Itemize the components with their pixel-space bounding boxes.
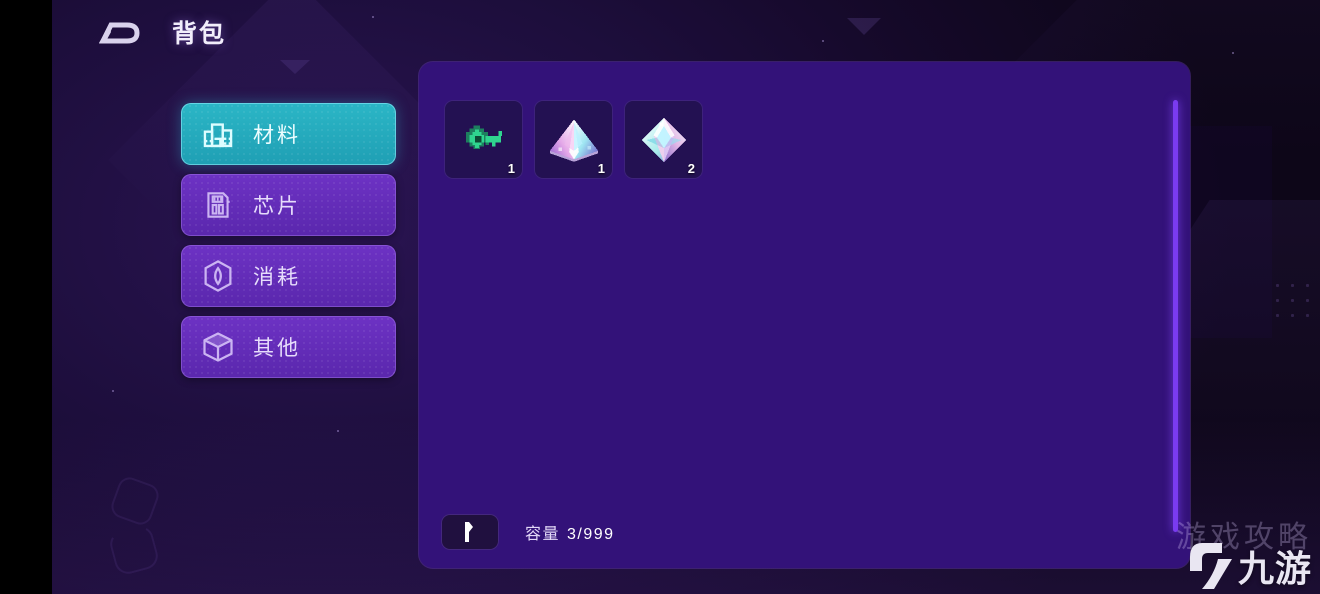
- sidebar-item-label: 其他: [253, 337, 301, 360]
- slot-quantity: 1: [597, 161, 606, 176]
- decorative-ring-upper: [108, 474, 162, 528]
- screenshot-stage: 背包 材料 芯片 消耗 其他 1 1 2 容量 3/999 游戏攻略 九游: [0, 0, 1320, 594]
- bg-dot-grid: [1270, 278, 1320, 328]
- game-viewport: 背包 材料 芯片 消耗 其他 1 1 2 容量 3/999 游戏攻略 九游: [52, 0, 1320, 594]
- letterbox-left-bar: [0, 0, 52, 594]
- sort-flag-icon: [465, 522, 473, 542]
- capacity-status: 容量 3/999: [525, 520, 615, 544]
- category-sidebar: 材料 芯片 消耗 其他: [181, 103, 397, 387]
- inventory-slot[interactable]: 2: [624, 100, 703, 179]
- inventory-panel: 1 1 2 容量 3/999: [419, 62, 1190, 568]
- sidebar-item-other[interactable]: 其他: [181, 316, 396, 378]
- cube-icon: [197, 326, 239, 368]
- diamond-crystal-icon: [641, 117, 686, 162]
- inventory-slot[interactable]: 1: [534, 100, 613, 179]
- sidebar-item-label: 材料: [253, 124, 301, 147]
- capacity-label: 容量: [525, 526, 561, 543]
- watermark-brand: 九游: [1188, 540, 1312, 592]
- top-chevron-marker: [280, 60, 310, 74]
- star-speck: [112, 390, 114, 392]
- panel-footer: 容量 3/999: [441, 514, 615, 550]
- sort-button[interactable]: [441, 514, 499, 550]
- decorative-ring-lower: [107, 523, 161, 577]
- inventory-slot-grid: 1 1 2: [444, 100, 703, 179]
- sidebar-item-label: 消耗: [253, 266, 301, 289]
- page-title: 背包: [172, 20, 227, 48]
- scrollbar-thumb[interactable]: [1173, 100, 1178, 532]
- star-speck: [337, 430, 339, 432]
- inventory-slot[interactable]: 1: [444, 100, 523, 179]
- sidebar-item-label: 芯片: [253, 195, 301, 218]
- game-logo-d-mark-icon: [98, 22, 140, 44]
- slot-quantity: 1: [507, 161, 516, 176]
- sidebar-item-chips[interactable]: 芯片: [181, 174, 396, 236]
- header-bar: 背包: [52, 0, 1320, 62]
- sidebar-item-consumables[interactable]: 消耗: [181, 245, 396, 307]
- gem-hex-icon: [197, 255, 239, 297]
- slot-quantity: 2: [687, 161, 696, 176]
- green-key-icon: [465, 125, 502, 149]
- factory-icon: [197, 113, 239, 155]
- jiuyou-logo-icon: [1189, 543, 1232, 589]
- watermark-ghost-text: 游戏攻略: [1176, 521, 1312, 554]
- pyramid-crystal-icon: [549, 118, 598, 162]
- chip-card-icon: [197, 184, 239, 226]
- capacity-value: 3/999: [567, 526, 615, 543]
- sidebar-item-materials[interactable]: 材料: [181, 103, 396, 165]
- watermark-brand-text: 九游: [1237, 548, 1312, 589]
